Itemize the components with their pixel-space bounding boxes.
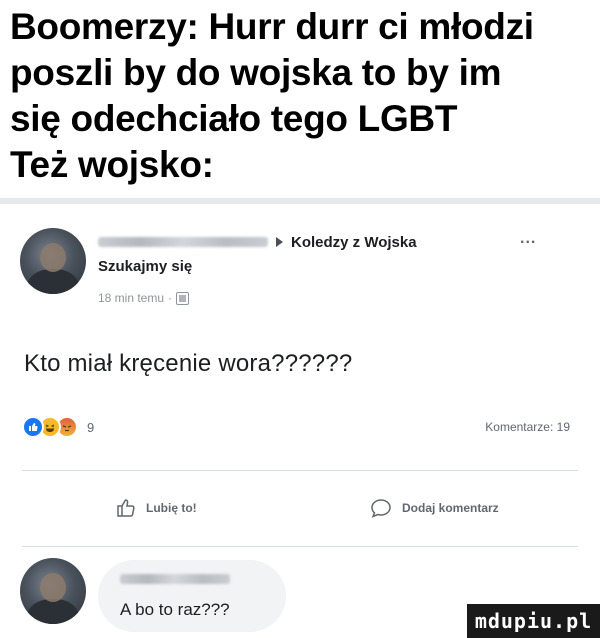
caption-line-1: Boomerzy: Hurr durr ci młodzi [10,6,534,47]
caption-line-4: Też wojsko: [10,144,214,185]
author-avatar[interactable] [20,228,86,294]
comment-text: A bo to raz??? [120,600,230,619]
meme-caption: Boomerzy: Hurr durr ci młodzi poszli by … [10,4,595,188]
comment-button[interactable]: Dodaj komentarz [370,498,499,518]
reactions-summary[interactable]: 9 [22,416,94,438]
thumbs-up-icon [117,499,135,517]
group-icon [176,291,190,305]
reaction-count: 9 [87,419,95,435]
comment-bubble-icon [371,499,391,518]
author-name-blurred [98,237,268,247]
site-watermark: mdupiu.pl [467,604,600,638]
commenter-name-blurred[interactable] [120,574,230,584]
comments-count[interactable]: Komentarze: 19 [485,420,570,434]
caption-line-3: się odechciało tego LGBT [10,98,458,139]
post-text: Kto miał kręcenie wora?????? [24,350,353,377]
post-header: Koledzy z Wojska [98,232,417,252]
comment-bubble: A bo to raz??? [98,560,286,632]
group-name-link[interactable]: Koledzy z Wojska [291,234,417,251]
arrow-right-icon [276,237,283,247]
post-meta: 18 min temu · [98,291,190,305]
commenter-avatar[interactable] [20,558,86,624]
facebook-post: Koledzy z Wojska ... Szukajmy się 18 min… [0,204,600,638]
post-actions: Lubię to! Dodaj komentarz [0,494,600,526]
comment-label: Dodaj komentarz [402,501,499,515]
like-button[interactable]: Lubię to! [116,498,197,518]
post-timestamp[interactable]: 18 min temu [98,291,164,305]
actions-divider-top [22,470,578,471]
more-options-icon[interactable]: ... [520,230,536,248]
actions-divider-bottom [22,546,578,547]
like-label: Lubię to! [146,501,197,515]
like-icon [22,416,44,438]
author-name[interactable]: Szukajmy się [98,258,192,275]
caption-line-2: poszli by do wojska to by im [10,52,502,93]
